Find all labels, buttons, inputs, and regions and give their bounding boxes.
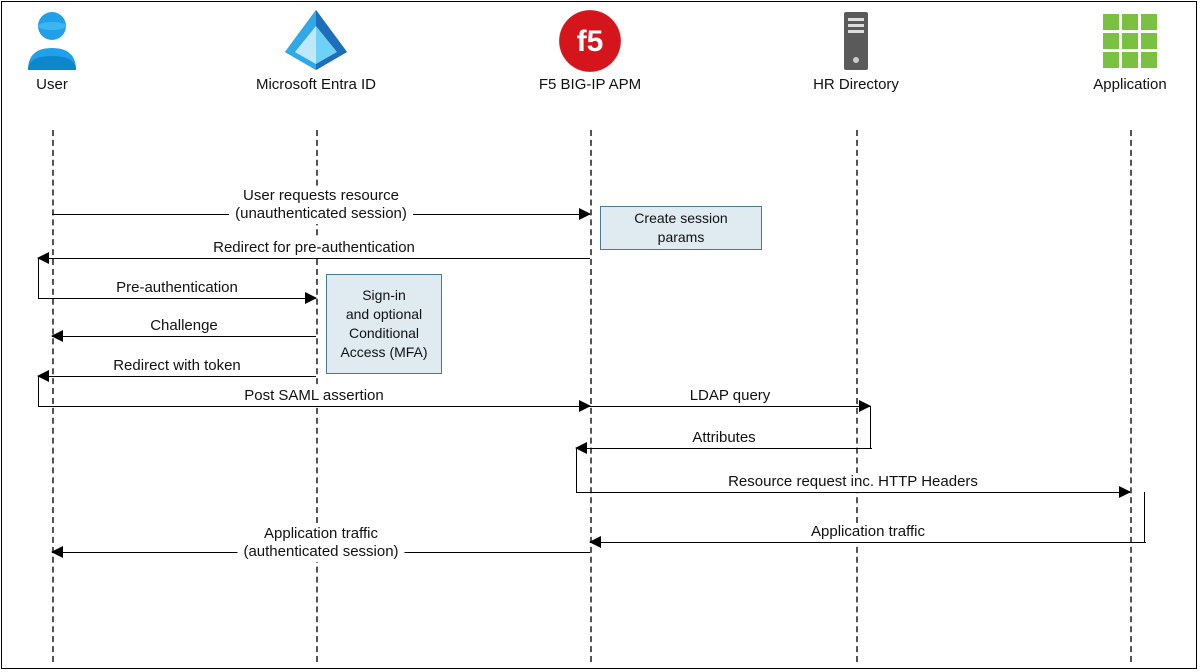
msg-text: Resource request inc. HTTP Headers — [728, 473, 978, 490]
server-icon — [766, 6, 946, 76]
msg-ldap-query: LDAP query — [590, 394, 870, 418]
msg-challenge: Challenge — [52, 324, 316, 348]
box-line: Access (MFA) — [340, 343, 427, 362]
participant-user-label: User — [1, 76, 142, 94]
msg-text: Application traffic — [243, 525, 398, 544]
svg-text:f5: f5 — [577, 25, 604, 58]
msg-text: Pre-authentication — [116, 279, 238, 296]
participant-hr: HR Directory — [766, 6, 946, 94]
participant-user: User — [1, 6, 142, 94]
f5-logo-icon: f5 — [500, 6, 680, 76]
msg-redirect-preauth: Redirect for pre-authentication — [38, 246, 590, 270]
msg-text: Redirect for pre-authentication — [213, 239, 415, 256]
participant-f5-label: F5 BIG-IP APM — [500, 76, 680, 94]
msg-text: Challenge — [150, 317, 218, 334]
participant-f5: f5 F5 BIG-IP APM — [500, 6, 680, 94]
participant-hr-label: HR Directory — [766, 76, 946, 94]
msg-text-sub: (authenticated session) — [243, 543, 398, 562]
msg-text: Application traffic — [811, 523, 925, 540]
msg-app-traffic-left: Application traffic (authenticated sessi… — [52, 540, 590, 564]
msg-redirect-token: Redirect with token — [38, 364, 316, 388]
sequence-diagram: User Microsoft Entra ID f5 F5 BIG-IP APM — [1, 1, 1197, 669]
msg-text: User requests resource — [235, 187, 407, 206]
box-line: and optional — [340, 305, 427, 324]
box-text: Create session params — [611, 209, 751, 247]
participant-entra-label: Microsoft Entra ID — [226, 76, 406, 94]
msg-attributes: Attributes — [576, 436, 872, 460]
lifeline-app — [1130, 130, 1132, 662]
msg-preauth: Pre-authentication — [38, 286, 316, 310]
participant-app-label: Application — [1040, 76, 1197, 94]
user-icon — [1, 6, 142, 76]
msg-text: Attributes — [692, 429, 755, 446]
application-icon — [1040, 6, 1197, 76]
msg-text-sub: (unauthenticated session) — [235, 205, 407, 224]
participant-entra: Microsoft Entra ID — [226, 6, 406, 94]
msg-user-requests-resource: User requests resource (unauthenticated … — [52, 202, 590, 226]
participant-app: Application — [1040, 6, 1197, 94]
box-line: Conditional — [340, 324, 427, 343]
box-create-session-params: Create session params — [600, 206, 762, 250]
box-signin-mfa: Sign-in and optional Conditional Access … — [326, 274, 442, 374]
msg-text: Redirect with token — [113, 357, 241, 374]
msg-text: LDAP query — [690, 387, 771, 404]
box-line: Sign-in — [340, 286, 427, 305]
msg-app-traffic-right: Application traffic — [590, 530, 1146, 554]
msg-resource-request: Resource request inc. HTTP Headers — [576, 480, 1130, 504]
entra-icon — [226, 6, 406, 76]
msg-post-saml: Post SAML assertion — [38, 394, 590, 418]
msg-text: Post SAML assertion — [244, 387, 384, 404]
